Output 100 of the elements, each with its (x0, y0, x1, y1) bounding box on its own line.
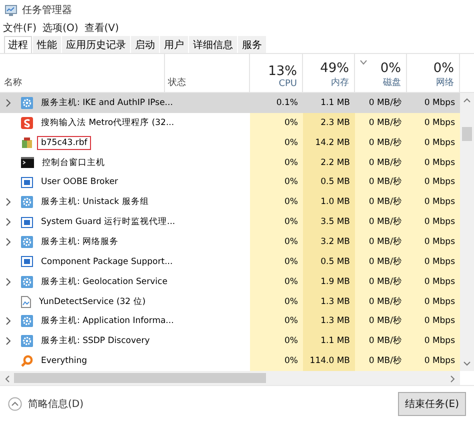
chevron-icon[interactable] (6, 278, 10, 286)
column-header[interactable]: 内存 (331, 76, 349, 89)
process-name: 服务主机: IKE and AuthIP IPse... (40, 96, 174, 110)
tab[interactable]: 性能 (33, 36, 61, 53)
gear-icon (21, 96, 33, 109)
gear-icon (21, 236, 33, 248)
scroll-thumb[interactable] (462, 127, 472, 141)
scroll-thumb[interactable] (14, 373, 266, 383)
gear-icon (21, 276, 33, 288)
table-cell: 0 Mbps (407, 212, 460, 232)
table-cell: 0 Mbps (407, 132, 460, 153)
process-name: 服务主机: Application Informa... (40, 314, 175, 328)
process-row[interactable]: 服务主机: IKE and AuthIP IPse... 0.1% 1.1 MB 0 MB/秒 0 Mbps (0, 93, 460, 113)
tab[interactable]: 应用历史记录 (62, 36, 130, 53)
chevron-icon[interactable] (6, 98, 10, 107)
vertical-scrollbar[interactable] (460, 93, 474, 371)
gear-icon (21, 196, 33, 208)
chevron-icon[interactable] (6, 337, 10, 346)
column-header[interactable]: 网络 (436, 76, 454, 89)
table-cell: 14.2 MB (303, 132, 355, 153)
tab[interactable]: 进程 (4, 36, 32, 53)
menu-item[interactable]: 选项(O) (42, 21, 78, 35)
table-cell: 0 MB/秒 (355, 172, 407, 192)
table-cell: 1.3 MB (303, 292, 355, 312)
tab[interactable]: 用户 (160, 36, 188, 53)
table-cell-text: 1.1 MB (320, 96, 351, 110)
chevron-icon[interactable] (6, 317, 10, 326)
usage-percent: 0% (433, 61, 454, 76)
process-name: 搜狗输入法 Metro代理程序 (32... (40, 116, 176, 130)
table-cell: 2.2 MB (303, 152, 355, 172)
table-cell: 0 Mbps (407, 252, 460, 272)
collapse-icon (8, 396, 22, 410)
column-header[interactable]: 磁盘 (383, 76, 401, 89)
process-name: System Guard 运行时监视代理... (40, 216, 176, 230)
usage-percent: 13% (268, 64, 297, 79)
table-cell: 0 Mbps (407, 172, 460, 192)
package-icon (21, 136, 33, 149)
window-icon (21, 176, 33, 188)
gear-icon (21, 315, 33, 328)
column-header[interactable]: 状态 (168, 76, 186, 89)
menu-item[interactable]: 文件(F) (3, 21, 37, 35)
column-header[interactable]: CPU (278, 79, 297, 89)
table-cell: 0 MB/秒 (355, 132, 407, 153)
table-cell: 1.3 MB (303, 311, 355, 332)
process-name: 服务主机: SSDP Discovery (40, 334, 151, 348)
table-cell: 0% (250, 132, 303, 153)
tab[interactable]: 启动 (131, 36, 159, 53)
scroll-up-icon[interactable] (463, 97, 471, 103)
fewer-details-button[interactable]: 简略信息(D) (8, 396, 84, 410)
table-cell: 0 Mbps (407, 311, 460, 332)
table-cell: 0 Mbps (407, 331, 460, 352)
table-cell: 0 MB/秒 (355, 192, 407, 212)
table-cell: 0 MB/秒 (355, 311, 407, 332)
table-cell: 0.5 MB (303, 252, 355, 272)
table-cell-text: 0.1% (275, 96, 299, 110)
table-cell: 0% (250, 272, 303, 292)
window-icon (21, 256, 33, 268)
sort-caret-icon (360, 60, 367, 65)
chevron-icon[interactable] (6, 238, 10, 246)
scroll-left-icon[interactable] (4, 375, 10, 383)
table-cell: 1.0 MB (303, 192, 355, 212)
process-name: YunDetectService (32 位) (38, 296, 147, 309)
horizontal-scrollbar[interactable] (0, 371, 460, 385)
usage-percent: 49% (320, 61, 349, 76)
tab[interactable]: 服务 (238, 36, 266, 53)
scroll-down-icon[interactable] (463, 361, 471, 367)
table-cell-text: 0 Mbps (423, 96, 456, 110)
gear-icon (21, 335, 33, 348)
scroll-right-icon[interactable] (450, 375, 456, 383)
end-task-button[interactable]: 结束任务(E) (398, 392, 466, 416)
table-cell: 0% (250, 252, 303, 272)
table-cell: 0 Mbps (407, 292, 460, 312)
chevron-icon[interactable] (6, 218, 10, 226)
table-cell: 0 Mbps (407, 351, 460, 371)
table-cell: 0 Mbps (407, 192, 460, 212)
tab[interactable]: 详细信息 (189, 36, 237, 53)
process-name: 服务主机: Geolocation Service (40, 276, 168, 289)
table-cell: 0 Mbps (407, 232, 460, 252)
table-cell: 3.5 MB (303, 212, 355, 232)
table-cell: 0 MB/秒 (355, 232, 407, 252)
menu-item[interactable]: 查看(V) (84, 21, 119, 35)
document-icon (21, 296, 31, 308)
table-cell: 0 MB/秒 (355, 212, 407, 232)
table-cell: 0% (250, 311, 303, 332)
window-icon (21, 216, 33, 228)
chevron-icon[interactable] (6, 198, 10, 206)
process-name: b75c43.rbf (38, 136, 90, 149)
table-cell: 0 MB/秒 (355, 351, 407, 371)
table-cell: 0% (250, 172, 303, 192)
console-icon (21, 157, 34, 168)
table-cell: 0 MB/秒 (355, 292, 407, 312)
table-cell: 0 Mbps (407, 152, 460, 172)
process-name: 服务主机: 网络服务 (40, 236, 120, 249)
table-cell: 0.5 MB (303, 172, 355, 192)
table-cell: 1.1 MB (303, 331, 355, 352)
column-header[interactable]: 名称 (4, 76, 22, 89)
table-cell: 0% (250, 212, 303, 232)
table-cell: 2.3 MB (303, 112, 355, 133)
usage-percent: 0% (380, 61, 401, 76)
table-cell: 0 MB/秒 (355, 112, 407, 133)
